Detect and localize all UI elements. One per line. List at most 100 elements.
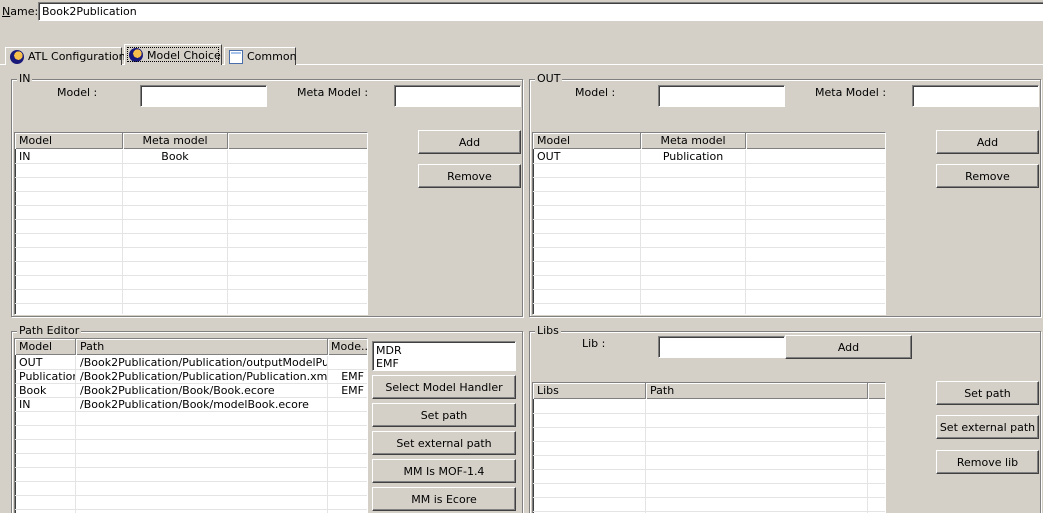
table-cell xyxy=(15,468,76,482)
mm-is-ecore-button[interactable]: MM is Ecore xyxy=(372,487,516,511)
lib-input[interactable] xyxy=(658,336,785,358)
libs-table[interactable]: Libs Path xyxy=(532,382,886,513)
empty-table-row xyxy=(15,276,367,290)
column-header[interactable]: Meta model xyxy=(123,133,228,149)
in-group-title: IN xyxy=(17,72,33,85)
tab-label: ATL Configuration xyxy=(28,50,126,63)
table-cell xyxy=(123,276,228,290)
table-cell xyxy=(533,400,646,414)
column-header[interactable]: Libs xyxy=(533,383,646,399)
table-cell xyxy=(328,496,367,510)
table-cell xyxy=(328,482,367,496)
path-editor-title: Path Editor xyxy=(17,324,82,337)
empty-table-row xyxy=(15,412,367,426)
table-row[interactable]: IN Book xyxy=(15,150,367,164)
in-remove-button[interactable]: Remove xyxy=(418,164,521,188)
table-cell xyxy=(15,426,76,440)
table-row[interactable]: IN /Book2Publication/Book/modelBook.ecor… xyxy=(15,398,367,412)
out-model-input[interactable] xyxy=(658,85,785,107)
empty-table-row xyxy=(15,468,367,482)
handler-option[interactable]: MDR xyxy=(376,344,512,357)
table-cell xyxy=(328,412,367,426)
libs-set-path-button[interactable]: Set path xyxy=(936,381,1039,405)
table-cell xyxy=(746,178,885,192)
column-header[interactable]: Model xyxy=(15,339,76,355)
tab-common[interactable]: Common xyxy=(224,47,297,65)
table-cell xyxy=(15,440,76,454)
column-header[interactable]: Model xyxy=(533,133,641,149)
table-cell xyxy=(76,468,328,482)
empty-table-row xyxy=(533,276,885,290)
table-cell xyxy=(533,428,646,442)
handler-option[interactable]: EMF xyxy=(376,357,512,370)
out-meta-model-input[interactable] xyxy=(912,85,1039,107)
out-models-table[interactable]: Model Meta model OUT Publication xyxy=(532,132,886,315)
table-cell xyxy=(123,206,228,220)
table-cell xyxy=(533,414,646,428)
empty-table-row xyxy=(15,496,367,510)
in-add-button[interactable]: Add xyxy=(418,130,521,154)
in-models-table[interactable]: Model Meta model IN Book xyxy=(14,132,368,315)
table-cell xyxy=(328,468,367,482)
table-cell xyxy=(641,206,746,220)
column-header[interactable]: Mode.. xyxy=(328,339,367,355)
tab-model-choice[interactable]: Model Choice xyxy=(124,44,222,65)
table-cell xyxy=(533,206,641,220)
column-header[interactable] xyxy=(228,133,367,149)
name-input[interactable]: Book2Publication xyxy=(38,2,1043,21)
atl-icon xyxy=(10,49,24,64)
table-cell xyxy=(123,290,228,304)
table-cell xyxy=(646,498,868,512)
in-meta-model-input[interactable] xyxy=(394,85,521,107)
column-header[interactable]: Model xyxy=(15,133,123,149)
table-cell xyxy=(15,304,123,314)
model-handler-list[interactable]: MDR EMF xyxy=(372,341,516,371)
tab-atl-configuration[interactable]: ATL Configuration xyxy=(5,47,126,65)
table-cell xyxy=(868,470,885,484)
table-row[interactable]: Publication /Book2Publication/Publicatio… xyxy=(15,370,367,384)
path-editor-table[interactable]: Model Path Mode.. OUT /Book2Publication/… xyxy=(14,338,368,513)
table-cell xyxy=(533,192,641,206)
column-header[interactable]: Path xyxy=(76,339,328,355)
mm-is-mof-button[interactable]: MM Is MOF-1.4 xyxy=(372,459,516,483)
table-cell: EMF xyxy=(328,370,367,384)
out-add-button[interactable]: Add xyxy=(936,130,1039,154)
table-cell xyxy=(76,426,328,440)
table-cell xyxy=(746,262,885,276)
set-external-path-button[interactable]: Set external path xyxy=(372,431,516,455)
table-cell xyxy=(228,164,367,178)
set-path-button[interactable]: Set path xyxy=(372,403,516,427)
table-header: Model Path Mode.. xyxy=(15,339,367,355)
empty-table-row xyxy=(533,442,885,456)
empty-table-row xyxy=(533,498,885,512)
table-cell xyxy=(641,192,746,206)
table-row[interactable]: Book /Book2Publication/Book/Book.ecore E… xyxy=(15,384,367,398)
in-model-input[interactable] xyxy=(140,85,267,107)
table-cell xyxy=(15,482,76,496)
column-header[interactable] xyxy=(746,133,885,149)
table-cell xyxy=(746,276,885,290)
table-cell xyxy=(646,484,868,498)
empty-table-row xyxy=(15,192,367,206)
table-cell xyxy=(641,164,746,178)
table-cell xyxy=(228,276,367,290)
table-cell xyxy=(76,454,328,468)
table-cell xyxy=(646,428,868,442)
table-row[interactable]: OUT /Book2Publication/Publication/output… xyxy=(15,356,367,370)
table-row[interactable]: OUT Publication xyxy=(533,150,885,164)
select-model-handler-button[interactable]: Select Model Handler xyxy=(372,375,516,399)
table-cell xyxy=(641,290,746,304)
column-header[interactable]: Meta model xyxy=(641,133,746,149)
remove-lib-button[interactable]: Remove lib xyxy=(936,450,1039,474)
libs-set-external-path-button[interactable]: Set external path xyxy=(936,415,1039,439)
table-cell xyxy=(868,400,885,414)
column-header[interactable]: Path xyxy=(646,383,868,399)
table-cell xyxy=(123,304,228,314)
table-cell xyxy=(746,150,885,164)
empty-table-row xyxy=(533,234,885,248)
name-label: Name: xyxy=(2,5,39,18)
column-header[interactable] xyxy=(868,383,885,399)
out-remove-button[interactable]: Remove xyxy=(936,164,1039,188)
lib-add-button[interactable]: Add xyxy=(785,335,912,359)
table-cell: OUT xyxy=(15,356,76,370)
